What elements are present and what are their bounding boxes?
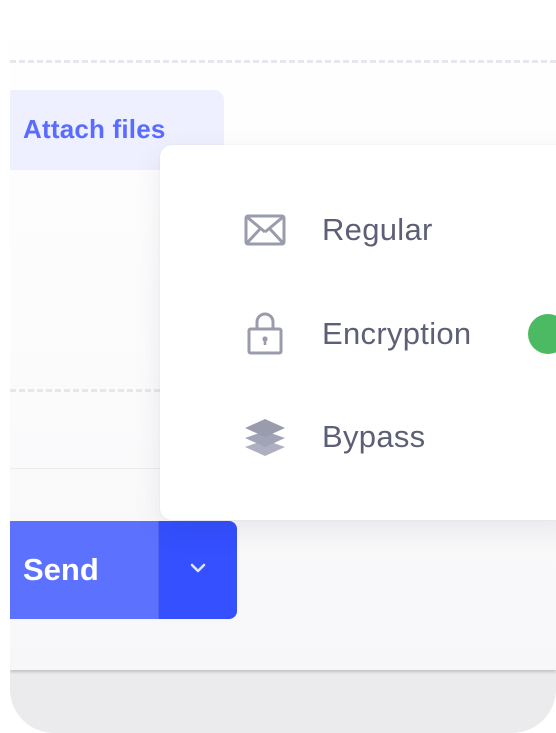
send-options-button[interactable] — [159, 521, 237, 619]
divider — [10, 389, 160, 392]
send-button[interactable]: Send — [10, 521, 159, 619]
menu-item-label: Regular — [322, 212, 433, 247]
window-frame: Attach files Send Regular Encryption Byp… — [10, 0, 556, 733]
menu-item-label: Bypass — [322, 419, 426, 454]
menu-item-label: Encryption — [322, 316, 472, 351]
layers-icon — [240, 412, 290, 462]
menu-item-regular[interactable]: Regular — [160, 200, 556, 260]
menu-item-bypass[interactable]: Bypass — [160, 407, 556, 467]
encryption-toggle[interactable] — [528, 314, 556, 354]
divider — [10, 468, 160, 469]
attach-files-label: Attach files — [23, 114, 166, 144]
send-button-group: Send — [10, 521, 237, 619]
lock-icon — [240, 309, 290, 359]
envelope-icon — [240, 205, 290, 255]
chevron-down-icon — [188, 561, 208, 580]
send-options-menu: Regular Encryption Bypass — [160, 145, 556, 520]
divider — [10, 60, 556, 63]
send-label: Send — [23, 552, 99, 587]
menu-item-encryption[interactable]: Encryption — [160, 304, 556, 364]
